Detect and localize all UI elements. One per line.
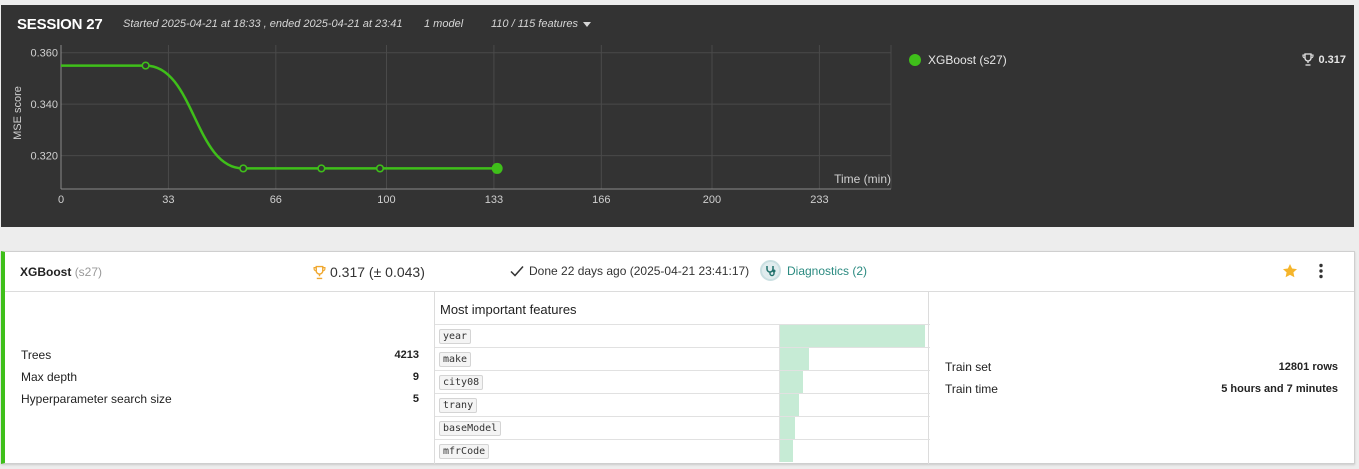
more-options-icon[interactable]	[1318, 263, 1324, 284]
data-point	[375, 164, 385, 173]
y-tick-label: 0.340	[30, 99, 58, 111]
x-tick-label: 0	[58, 194, 64, 206]
data-point	[239, 164, 248, 173]
model-session-tag: (s27)	[74, 265, 103, 279]
legend-dot-icon	[909, 54, 921, 66]
model-score: 0.317 (± 0.043)	[313, 264, 425, 280]
feature-name: year	[439, 329, 472, 344]
best-score-value: 0.317	[1318, 53, 1346, 66]
data-point	[317, 164, 326, 173]
train-label: Train set	[945, 360, 992, 374]
diagnostics-link[interactable]: Diagnostics (2)	[760, 260, 867, 281]
feature-importance-bar	[780, 348, 809, 370]
feature-importance-bar	[780, 417, 795, 439]
feature-importance-bar	[780, 325, 925, 347]
feature-row: make	[435, 347, 930, 370]
card-header: XGBoost (s27) 0.317 (± 0.043) Done 22 da…	[5, 252, 1354, 292]
train-value: 5 hours and 7 minutes	[1221, 383, 1338, 395]
x-tick-label: 66	[270, 194, 282, 206]
feature-name: baseModel	[439, 421, 502, 436]
feature-row: baseModel	[435, 416, 930, 439]
x-tick-label: 166	[592, 194, 610, 206]
train-label: Train time	[945, 382, 998, 396]
x-tick-label: 100	[377, 194, 395, 206]
x-tick-label: 133	[485, 194, 503, 206]
param-row-trees: Trees 4213	[21, 348, 419, 370]
star-icon[interactable]	[1282, 263, 1298, 284]
feature-importance-bar	[780, 371, 803, 393]
model-card[interactable]: XGBoost (s27) 0.317 (± 0.043) Done 22 da…	[1, 251, 1355, 464]
feature-importance-panel: Most important features year make city08 tr…	[434, 292, 930, 464]
param-label: Hyperparameter search size	[21, 392, 172, 406]
diagnostics-label: Diagnostics (2)	[787, 263, 868, 278]
mse-chart: 0 33 66 100 133 166 200 233 0.320 0.340 0.360 MSE s…	[12, 45, 892, 206]
param-row-max-depth: Max depth 9	[21, 370, 419, 392]
x-axis-label: Time (min)	[834, 172, 891, 186]
legend-item-xgboost[interactable]: XGBoost (s27)	[909, 53, 1007, 67]
feature-row: trany	[435, 393, 930, 416]
done-text: Done 22 days ago (2025-04-21 23:41:17)	[529, 264, 750, 278]
x-tick-label: 233	[810, 194, 828, 206]
data-point	[141, 61, 150, 70]
session-panel: SESSION 27 Started 2025-04-21 at 18:33 ,…	[1, 5, 1354, 227]
param-label: Trees	[21, 348, 52, 362]
features-title: Most important features	[440, 302, 577, 317]
train-info: Train set 12801 rows Train time 5 hours …	[945, 360, 1338, 404]
feature-row: mfrCode	[435, 439, 930, 462]
trophy-icon	[313, 265, 326, 279]
y-tick-label: 0.320	[30, 151, 58, 163]
param-value: 4213	[394, 349, 419, 361]
feature-name: trany	[439, 398, 478, 413]
trophy-icon	[1302, 53, 1315, 66]
checkmark-icon	[510, 266, 524, 277]
feature-importance-bar	[780, 440, 793, 462]
done-status: Done 22 days ago (2025-04-21 23:41:17)	[510, 264, 749, 278]
param-value: 9	[412, 371, 419, 383]
best-score: 0.317	[1302, 53, 1346, 66]
feature-row: year	[435, 324, 930, 347]
data-point-latest	[491, 162, 503, 174]
param-label: Max depth	[21, 370, 78, 384]
y-axis-label: MSE score	[12, 86, 24, 140]
param-value: 5	[412, 393, 419, 405]
model-name[interactable]: XGBoost (s27)	[20, 265, 102, 279]
train-row-time: Train time 5 hours and 7 minutes	[945, 382, 1338, 404]
x-tick-label: 33	[162, 194, 174, 206]
param-row-search-size: Hyperparameter search size 5	[21, 392, 419, 414]
x-tick-label: 200	[703, 194, 721, 206]
feature-name: mfrCode	[439, 444, 490, 459]
feature-list: year make city08 trany baseModel mfrCode	[435, 324, 930, 462]
series-line	[61, 64, 498, 170]
feature-row: city08	[435, 370, 930, 393]
feature-importance-bar	[780, 394, 799, 416]
model-params: Trees 4213 Max depth 9 Hyperparameter se…	[21, 348, 419, 414]
score-value: 0.317 (± 0.043)	[330, 264, 425, 280]
y-tick-label: 0.360	[30, 48, 58, 60]
legend-label: XGBoost (s27)	[928, 53, 1007, 67]
feature-name: city08	[439, 375, 484, 390]
train-row-set: Train set 12801 rows	[945, 360, 1338, 382]
train-value: 12801 rows	[1278, 361, 1338, 373]
model-name-label: XGBoost	[20, 265, 72, 279]
feature-name: make	[439, 352, 472, 367]
stethoscope-icon	[760, 260, 781, 281]
